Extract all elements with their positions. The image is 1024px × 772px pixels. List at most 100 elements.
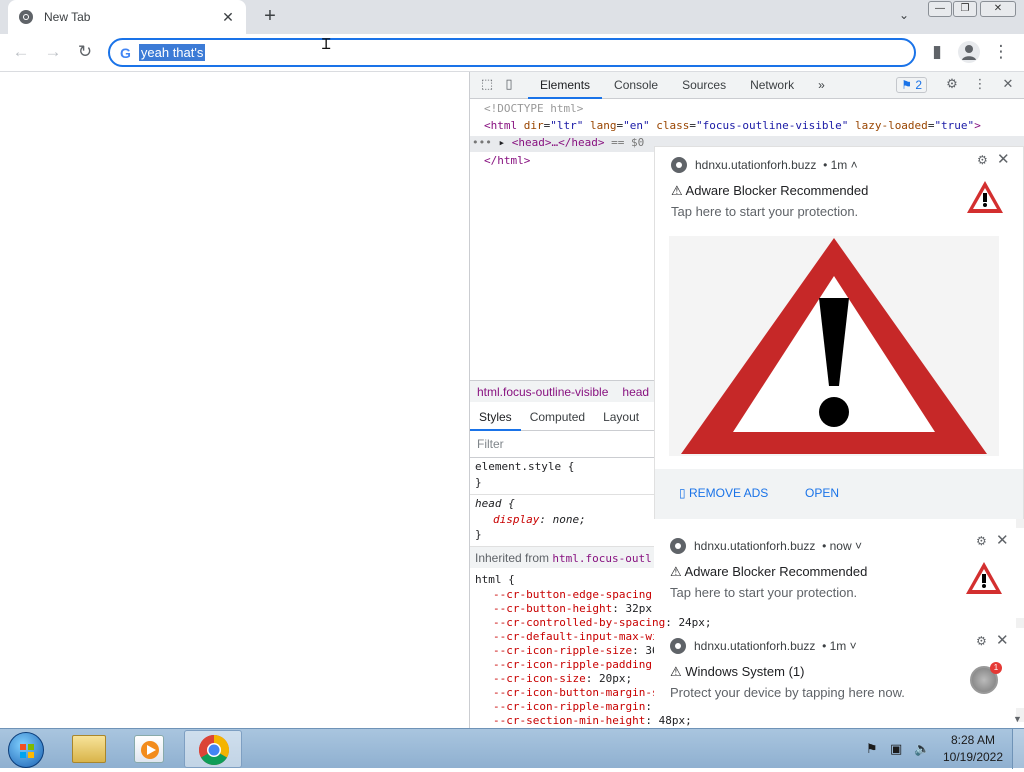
head-display-prop[interactable]: display: none; [493, 513, 586, 526]
close-window-button[interactable]: ✕ [980, 1, 1016, 17]
scroll-down-arrow-icon[interactable]: ▼ [1013, 714, 1022, 724]
tab-sources[interactable]: Sources [670, 72, 738, 99]
notification-message: Tap here to start your protection. [671, 204, 859, 219]
issues-badge[interactable]: ⚑ 2 [896, 77, 927, 93]
tab-title: New Tab [44, 10, 91, 24]
notification-close-icon[interactable]: ✕ [997, 150, 1010, 168]
clock-date: 10/19/2022 [942, 750, 1004, 764]
devtools-menu-icon[interactable]: ⋮ [969, 76, 991, 94]
notification-card[interactable]: hdnxu.utationforh.buzz • now ˅ ⚙ ✕ ⚠ Adw… [654, 528, 1024, 618]
notification-title: ⚠ Adware Blocker Recommended [670, 564, 868, 579]
dom-html-close[interactable]: </html> [484, 154, 530, 167]
notification-card[interactable]: hdnxu.utationforh.buzz • 1m ˄ ⚙ ✕ ⚠ Adwa… [654, 146, 1024, 519]
inspect-element-icon[interactable]: ⬚ [476, 76, 498, 94]
new-tab-button[interactable]: + [258, 5, 282, 29]
volume-icon[interactable]: 🔈 [914, 741, 930, 757]
notification-time[interactable]: • now ˅ [822, 539, 862, 553]
brace-close: } [475, 476, 482, 489]
devtools-toolbar: ⬚ ▯ Elements Console Sources Network » ⚑… [470, 72, 1024, 99]
tab-new-tab[interactable]: New Tab ✕ [8, 0, 246, 34]
notification-time[interactable]: • 1m ˄ [823, 158, 858, 172]
element-style-rule[interactable]: element.style { [475, 460, 574, 473]
tab-close-icon[interactable]: ✕ [220, 9, 236, 26]
windows-taskbar: ⚑ ▣ 🔈 8:28 AM 10/19/2022 [0, 728, 1024, 769]
chrome-taskbar-button[interactable] [184, 730, 242, 768]
address-bar[interactable]: G yeah that's [108, 38, 916, 67]
tab-styles[interactable]: Styles [470, 404, 521, 431]
notification-close-icon[interactable]: ✕ [996, 531, 1009, 549]
show-desktop-button[interactable] [1012, 729, 1024, 769]
windows-logo-icon [20, 744, 34, 758]
issues-count: 2 [915, 78, 922, 92]
address-bar-text[interactable]: yeah that's [138, 44, 206, 61]
notification-header: hdnxu.utationforh.buzz • now ˅ [670, 538, 862, 554]
notification-close-icon[interactable]: ✕ [996, 631, 1009, 649]
inherited-selector-link[interactable]: html.focus-outl [552, 552, 651, 565]
profile-avatar[interactable] [958, 41, 980, 63]
chrome-icon [671, 157, 687, 173]
notification-actions: ▯ REMOVE ADS OPEN [655, 469, 1023, 519]
dom-doctype[interactable]: <!DOCTYPE html> [484, 102, 583, 115]
notification-message: Tap here to start your protection. [670, 585, 858, 600]
media-player-icon[interactable] [134, 735, 164, 763]
device-toolbar-icon[interactable]: ▯ [498, 76, 520, 94]
google-icon: G [120, 44, 131, 61]
chrome-icon [19, 10, 33, 24]
warning-icon [966, 562, 1002, 594]
warning-icon [967, 181, 1003, 213]
clock-time: 8:28 AM [950, 733, 996, 747]
head-rule[interactable]: head { [475, 497, 515, 510]
notification-header: hdnxu.utationforh.buzz • 1m ˄ [671, 157, 858, 173]
chrome-icon [670, 538, 686, 554]
styles-filter-input[interactable]: Filter [477, 437, 504, 451]
clock[interactable]: 8:28 AM 10/19/2022 [940, 733, 1006, 764]
notification-header: hdnxu.utationforh.buzz • 1m ˅ [670, 638, 857, 654]
notification-settings-icon[interactable]: ⚙ [976, 534, 987, 548]
css-var[interactable]: --cr-section-min-height: 48px; [493, 714, 712, 728]
dom-html-open[interactable]: <html dir="ltr" lang="en" class="focus-o… [484, 119, 981, 132]
brace-close: } [475, 528, 482, 541]
tab-computed[interactable]: Computed [521, 404, 594, 431]
browser-toolbar: ← → ↻ G yeah that's ▮ ⋮ [0, 34, 1024, 72]
forward-button[interactable]: → [42, 42, 64, 64]
remove-ads-button[interactable]: ▯ REMOVE ADS [679, 486, 768, 500]
side-panel-icon[interactable]: ▮ [926, 42, 948, 64]
notification-settings-icon[interactable]: ⚙ [976, 634, 987, 648]
open-button[interactable]: OPEN [805, 486, 839, 500]
notification-time[interactable]: • 1m ˅ [822, 639, 857, 653]
notification-message: Protect your device by tapping here now. [670, 685, 905, 700]
chrome-icon [198, 735, 230, 766]
breadcrumb-html[interactable]: html.focus-outline-visible [470, 385, 615, 399]
minimize-button[interactable]: — [928, 1, 952, 17]
close-devtools-icon[interactable]: ✕ [997, 76, 1019, 94]
settings-gear-icon[interactable]: ⚙ [941, 76, 963, 94]
notification-source: hdnxu.utationforh.buzz [694, 639, 816, 653]
notification-title: ⚠ Adware Blocker Recommended [671, 183, 869, 198]
back-button[interactable]: ← [10, 42, 32, 64]
file-explorer-icon[interactable] [72, 735, 106, 763]
chrome-icon [670, 638, 686, 654]
html-rule[interactable]: html { [475, 573, 515, 586]
tab-network[interactable]: Network [738, 72, 806, 99]
more-tabs-icon[interactable]: » [806, 72, 837, 99]
notification-title: ⚠ Windows System (1) [670, 664, 805, 679]
text-cursor-icon: Ɪ [322, 36, 331, 53]
tab-search-button[interactable]: ⌄ [894, 8, 914, 26]
restore-button[interactable]: ❐ [953, 1, 977, 17]
warning-image [669, 236, 999, 456]
notification-source: hdnxu.utationforh.buzz [695, 158, 817, 172]
reload-button[interactable]: ↻ [74, 42, 96, 64]
tab-console[interactable]: Console [602, 72, 670, 99]
kebab-menu-icon[interactable]: ⋮ [990, 42, 1012, 64]
notification-card[interactable]: hdnxu.utationforh.buzz • 1m ˅ ⚙ ✕ ⚠ Wind… [654, 628, 1024, 708]
breadcrumb-head[interactable]: head [615, 385, 656, 399]
network-icon[interactable]: ▣ [890, 741, 902, 757]
start-button[interactable] [8, 732, 44, 768]
notification-source: hdnxu.utationforh.buzz [694, 539, 816, 553]
tab-strip: New Tab ✕ + ⌄ — ❐ ✕ [0, 0, 1024, 34]
notification-badge: 1 [990, 662, 1002, 674]
tab-elements[interactable]: Elements [528, 72, 603, 99]
tab-layout[interactable]: Layout [594, 404, 648, 431]
action-center-flag-icon[interactable]: ⚑ [866, 741, 878, 757]
notification-settings-icon[interactable]: ⚙ [977, 153, 988, 167]
